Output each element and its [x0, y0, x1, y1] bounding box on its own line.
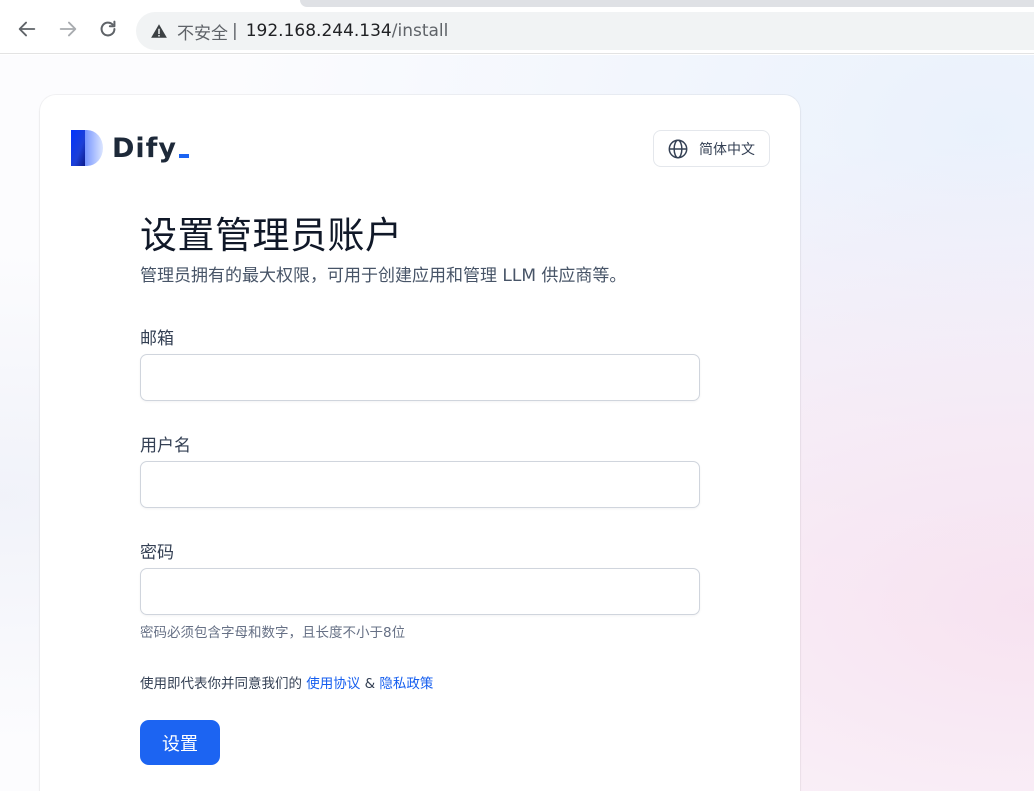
page-subtitle: 管理员拥有的最大权限，可用于创建应用和管理 LLM 供应商等。	[140, 266, 627, 286]
not-secure-label: 不安全	[177, 23, 228, 44]
reload-button[interactable]	[95, 16, 121, 42]
url-separator: |	[232, 21, 238, 41]
url-host: 192.168.244.134	[245, 21, 392, 41]
password-hint: 密码必须包含字母和数字，且长度不小于8位	[140, 625, 406, 641]
agreement-prefix: 使用即代表你并同意我们的	[140, 676, 302, 692]
url-path: /install	[391, 21, 449, 41]
agreement-text: 使用即代表你并同意我们的 使用协议 & 隐私政策	[140, 672, 433, 692]
setup-button[interactable]: 设置	[140, 720, 220, 765]
dify-logo-icon	[71, 130, 103, 166]
globe-icon	[668, 139, 688, 158]
logo-wordmark: Dify	[112, 132, 178, 164]
language-label: 简体中文	[699, 141, 755, 158]
install-card: Dify 简体中文 设置管理员账户 管理员拥有的最大权限，可用于创建应用和管理 …	[40, 95, 800, 791]
back-button[interactable]	[14, 16, 40, 42]
privacy-link[interactable]: 隐私政策	[379, 676, 433, 692]
tab-strip	[0, 0, 1034, 8]
page-background: Dify 简体中文 设置管理员账户 管理员拥有的最大权限，可用于创建应用和管理 …	[0, 55, 1034, 791]
arrow-left-icon	[18, 21, 36, 37]
password-field[interactable]	[140, 568, 700, 615]
logo-cursor	[179, 154, 190, 158]
email-label: 邮箱	[140, 329, 174, 349]
warning-icon[interactable]	[150, 22, 168, 40]
language-select[interactable]: 简体中文	[653, 130, 770, 167]
terms-link[interactable]: 使用协议	[306, 676, 360, 692]
page-title: 设置管理员账户	[140, 214, 403, 257]
forward-button[interactable]	[55, 16, 81, 42]
agreement-and: &	[364, 676, 376, 692]
reload-icon	[100, 20, 116, 37]
address-bar[interactable]: 不安全 | 192.168.244.134/install	[136, 12, 1034, 50]
username-label: 用户名	[140, 436, 191, 456]
browser-toolbar: 不安全 | 192.168.244.134/install	[0, 0, 1034, 54]
arrow-right-icon	[59, 21, 77, 37]
dify-logo: Dify	[71, 130, 190, 166]
username-field[interactable]	[140, 461, 700, 508]
email-field[interactable]	[140, 354, 700, 401]
password-label: 密码	[140, 543, 174, 563]
